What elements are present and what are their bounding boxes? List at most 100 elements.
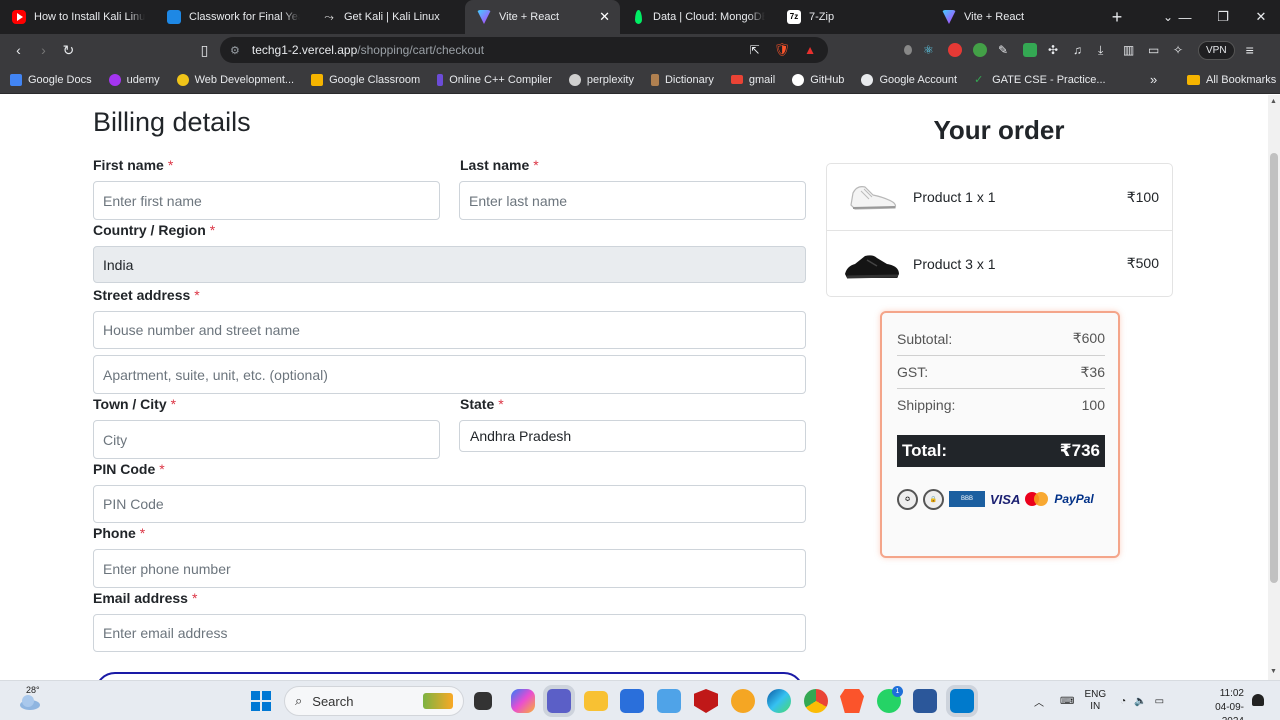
extension-icon[interactable] xyxy=(904,45,912,55)
back-button[interactable]: ‹ xyxy=(6,42,31,58)
all-bookmarks-button[interactable]: All Bookmarks xyxy=(1187,74,1276,86)
address-bar[interactable]: ⚙ techg1-2.vercel.app/shopping/cart/chec… xyxy=(220,37,828,63)
bookmark-udemy[interactable]: udemy xyxy=(108,73,160,86)
task-view-icon[interactable] xyxy=(474,692,492,710)
country-input[interactable]: India xyxy=(93,246,806,283)
share-icon[interactable]: ⇱ xyxy=(750,43,760,57)
mcafee-icon[interactable] xyxy=(694,689,718,713)
url-text[interactable]: techg1-2.vercel.app/shopping/cart/checko… xyxy=(252,43,484,57)
bookmark-online-cpp[interactable]: Online C++ Compiler xyxy=(437,73,552,86)
start-button[interactable] xyxy=(251,691,271,711)
chrome-icon[interactable] xyxy=(804,689,828,713)
city-input[interactable]: City xyxy=(93,420,440,459)
tab-vite-react-active[interactable]: Vite + React ✕ xyxy=(465,0,620,34)
extension-green-icon[interactable] xyxy=(973,43,987,57)
download-icon[interactable]: ⤓ xyxy=(1098,43,1112,57)
wallet-icon[interactable]: ▭ xyxy=(1148,43,1162,57)
subtotal-value: ₹600 xyxy=(1072,330,1105,346)
wifi-icon[interactable]: ◔ xyxy=(1120,696,1126,707)
clock[interactable]: 11:02 04-09-2024 xyxy=(1206,687,1244,720)
bookmark-google-docs[interactable]: Google Docs xyxy=(10,73,92,86)
restore-button[interactable]: ❐ xyxy=(1204,9,1242,25)
scroll-up-icon[interactable]: ▲ xyxy=(1270,98,1277,105)
bookmark-label: Online C++ Compiler xyxy=(449,73,552,86)
notification-bell-icon[interactable] xyxy=(1252,694,1264,706)
bookmark-dictionary[interactable]: Dictionary xyxy=(650,73,714,86)
tab-vite-react-2[interactable]: Vite + React xyxy=(930,0,1085,34)
tab-kali-youtube[interactable]: How to Install Kali Linux in xyxy=(0,0,155,34)
language-indicator[interactable]: ENG IN xyxy=(1084,689,1106,713)
teams-icon[interactable] xyxy=(547,689,571,713)
media-icon[interactable]: ♫ xyxy=(1073,43,1087,57)
black-sneaker-image xyxy=(845,254,899,278)
bookmark-google-classroom[interactable]: Google Classroom xyxy=(311,73,420,86)
show-hidden-icons-chevron-icon[interactable]: ︿ xyxy=(1034,694,1044,709)
search-highlight-icon xyxy=(423,693,453,709)
sevenzip-icon: 7z xyxy=(787,10,801,24)
eyedropper-icon[interactable]: ✎ xyxy=(998,43,1012,57)
more-bookmarks-chevron-icon[interactable]: » xyxy=(1150,72,1157,87)
vpn-button[interactable]: VPN xyxy=(1198,40,1235,60)
microsoft-store-icon[interactable] xyxy=(620,689,644,713)
copilot-icon[interactable] xyxy=(511,689,535,713)
close-tab-icon[interactable]: ✕ xyxy=(599,9,610,25)
scroll-down-icon[interactable]: ▼ xyxy=(1270,668,1277,675)
mysql-workbench-icon[interactable] xyxy=(657,689,681,713)
bookmark-icon[interactable]: ▯ xyxy=(192,42,217,59)
forward-button[interactable]: › xyxy=(31,42,56,58)
apartment-input[interactable]: Apartment, suite, unit, etc. (optional) xyxy=(93,355,806,394)
bookmark-google-account[interactable]: Google Account xyxy=(861,73,957,86)
close-window-button[interactable]: ✕ xyxy=(1242,9,1280,25)
phone-input[interactable]: Enter phone number xyxy=(93,549,806,588)
word-icon[interactable] xyxy=(913,689,937,713)
react-devtools-icon[interactable]: ⚛ xyxy=(923,43,937,57)
leo-icon[interactable]: ✧ xyxy=(1173,43,1187,57)
lock-extension-icon[interactable] xyxy=(1023,43,1037,57)
tab-mongodb[interactable]: Data | Cloud: MongoDB C xyxy=(620,0,775,34)
recorder-icon[interactable] xyxy=(948,43,962,57)
reload-button[interactable]: ↻ xyxy=(56,42,81,59)
required-mark: * xyxy=(159,461,165,477)
edge-icon[interactable] xyxy=(767,689,791,713)
site-info-icon[interactable]: ⚙ xyxy=(230,44,240,57)
minimize-button[interactable]: — xyxy=(1166,10,1204,25)
pin-code-input[interactable]: PIN Code xyxy=(93,485,806,523)
vscode-icon[interactable] xyxy=(950,689,974,713)
bookmark-gate-cse[interactable]: ✓ GATE CSE - Practice... xyxy=(974,74,1106,86)
street-address-input[interactable]: House number and street name xyxy=(93,311,806,349)
tab-classroom[interactable]: Classwork for Final Year C xyxy=(155,0,310,34)
page-scrollbar[interactable]: ▲ ▼ xyxy=(1268,95,1280,680)
battery-icon[interactable]: ▭ xyxy=(1155,696,1164,707)
puzzle-icon[interactable]: ✣ xyxy=(1048,43,1062,57)
last-name-label-text: Last name xyxy=(460,157,530,173)
taskbar-search[interactable]: ⌕ Search xyxy=(284,686,464,716)
required-mark: * xyxy=(139,525,146,541)
volume-icon[interactable]: 🔈 xyxy=(1134,696,1146,707)
brave-shield-icon[interactable]: 🛡 xyxy=(774,42,791,58)
bookmark-web-development[interactable]: Web Development... xyxy=(176,73,294,86)
email-input[interactable]: Enter email address xyxy=(93,614,806,652)
brave-icon[interactable] xyxy=(840,689,864,713)
bookmark-perplexity[interactable]: perplexity xyxy=(568,73,634,86)
brave-rewards-icon[interactable]: ▲ xyxy=(804,43,816,57)
bookmark-gmail[interactable]: gmail xyxy=(730,74,775,86)
state-select[interactable]: Andhra Pradesh xyxy=(459,420,806,452)
sticky-app-icon[interactable] xyxy=(731,689,755,713)
tab-kali[interactable]: ⤳ Get Kali | Kali Linux xyxy=(310,0,465,34)
scroll-thumb[interactable] xyxy=(1270,153,1278,583)
order-item-price: ₹100 xyxy=(1126,188,1159,205)
sidebar-icon[interactable]: ▥ xyxy=(1123,43,1137,57)
perplexity-icon xyxy=(568,73,581,86)
city-label: Town / City * xyxy=(93,396,176,412)
keyboard-icon[interactable]: ⌨ xyxy=(1060,696,1074,707)
place-order-button[interactable] xyxy=(95,672,804,680)
bookmark-label: Google Docs xyxy=(28,73,92,86)
tab-7zip[interactable]: 7z 7-Zip xyxy=(775,0,930,34)
last-name-input[interactable]: Enter last name xyxy=(459,181,806,220)
street-label: Street address * xyxy=(93,287,200,303)
first-name-input[interactable]: Enter first name xyxy=(93,181,440,220)
menu-icon[interactable]: ≡ xyxy=(1246,42,1254,58)
bookmark-github[interactable]: GitHub xyxy=(792,73,844,86)
new-tab-button[interactable]: + xyxy=(1105,7,1129,28)
file-explorer-icon[interactable] xyxy=(584,691,608,711)
